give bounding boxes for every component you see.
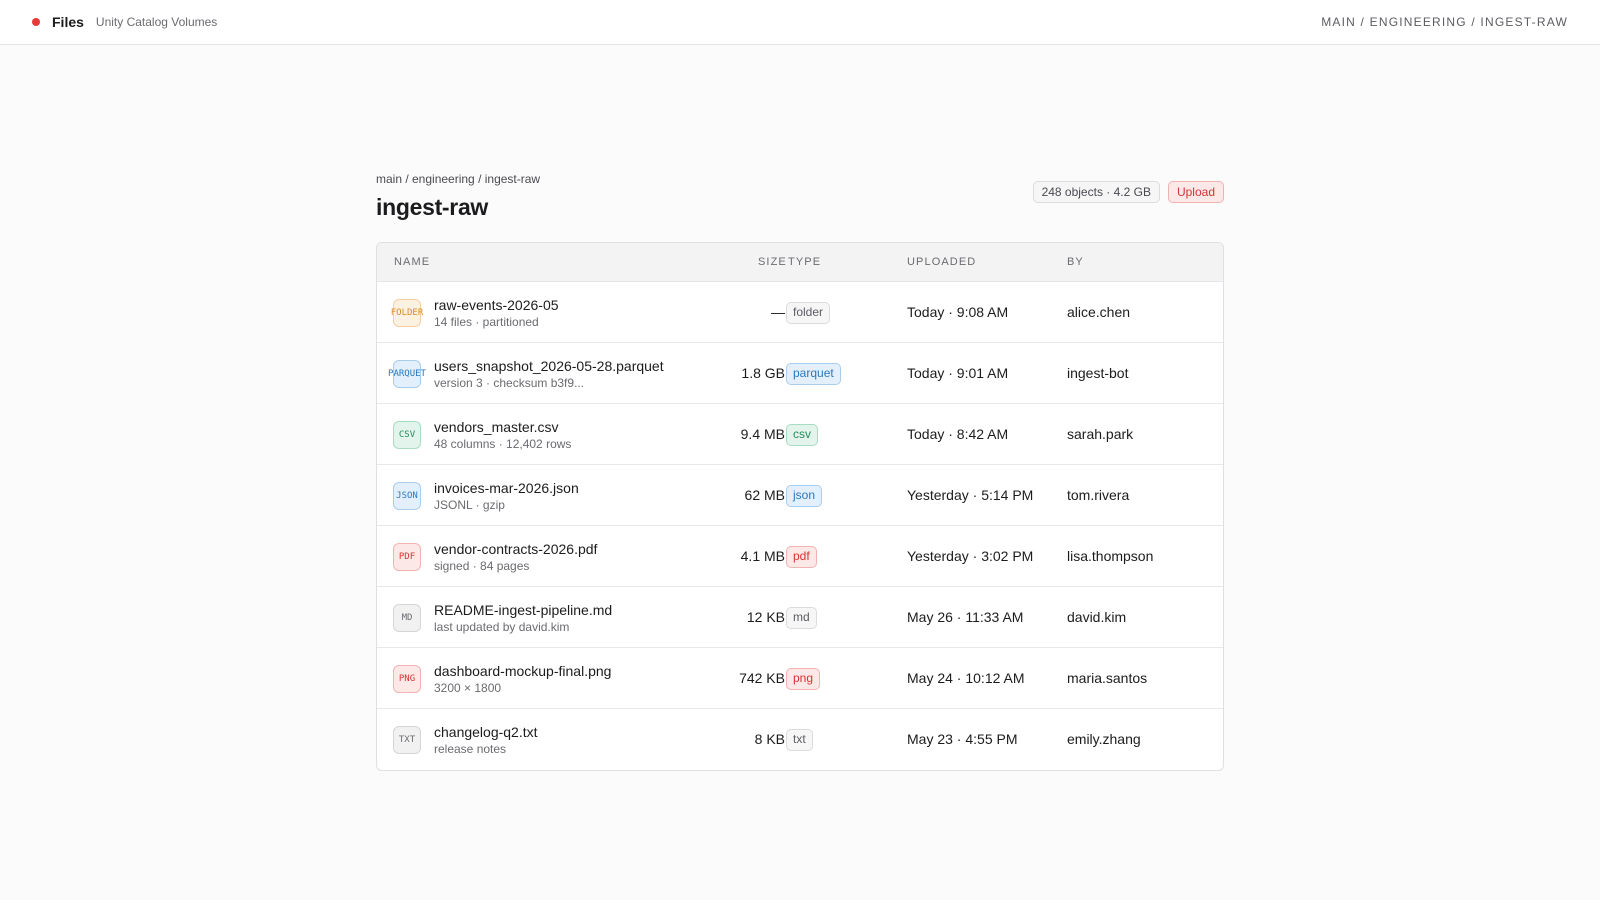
main-content: main / engineering / ingest-raw ingest-r… bbox=[376, 172, 1224, 771]
folder-file-icon: FOLDER bbox=[391, 299, 423, 327]
file-uploader: tom.rivera bbox=[1067, 487, 1130, 503]
column-header-size[interactable]: SIZE bbox=[758, 256, 787, 268]
file-size: — bbox=[771, 304, 785, 320]
file-type-badge: txt bbox=[786, 729, 813, 751]
file-table: NAME SIZE TYPE UPLOADED BY FOLDER raw-ev… bbox=[376, 242, 1224, 771]
pdf-file-icon: PDF bbox=[393, 543, 421, 571]
file-name[interactable]: README-ingest-pipeline.md bbox=[434, 602, 612, 618]
file-uploaded: Yesterday · 3:02 PM bbox=[907, 548, 1034, 564]
file-type-badge: json bbox=[786, 485, 823, 507]
top-path: MAIN / ENGINEERING / INGEST-RAW bbox=[1321, 15, 1568, 29]
file-uploader: alice.chen bbox=[1067, 304, 1131, 320]
json-file-icon: JSON bbox=[393, 482, 421, 510]
file-uploader: david.kim bbox=[1067, 609, 1127, 625]
table-row[interactable]: PDF vendor-contracts-2026.pdf signed · 8… bbox=[377, 526, 1223, 587]
column-header-by[interactable]: BY bbox=[1067, 256, 1084, 268]
file-size: 8 KB bbox=[754, 731, 785, 747]
file-meta: 48 columns · 12,402 rows bbox=[434, 437, 572, 451]
file-uploaded: May 26 · 11:33 AM bbox=[907, 609, 1024, 625]
file-type-badge: csv bbox=[786, 424, 818, 446]
file-size: 62 MB bbox=[744, 487, 785, 503]
file-name[interactable]: changelog-q2.txt bbox=[434, 724, 538, 740]
file-meta: JSONL · gzip bbox=[434, 498, 505, 512]
column-header-type[interactable]: TYPE bbox=[788, 256, 821, 268]
file-uploaded: Today · 9:01 AM bbox=[907, 365, 1009, 381]
table-row[interactable]: PNG dashboard-mockup-final.png 3200 × 18… bbox=[377, 648, 1223, 709]
file-meta: release notes bbox=[434, 742, 507, 756]
app-subtitle: Unity Catalog Volumes bbox=[95, 15, 218, 29]
file-name[interactable]: vendors_master.csv bbox=[434, 419, 559, 435]
file-type-badge: pdf bbox=[786, 546, 817, 568]
file-uploader: emily.zhang bbox=[1067, 731, 1141, 747]
file-name[interactable]: invoices-mar-2026.json bbox=[434, 480, 579, 496]
file-size: 9.4 MB bbox=[740, 426, 785, 442]
file-uploader: sarah.park bbox=[1067, 426, 1134, 442]
table-body: FOLDER raw-events-2026-05 14 files · par… bbox=[377, 282, 1223, 770]
file-uploaded: May 23 · 4:55 PM bbox=[907, 731, 1018, 747]
file-size: 4.1 MB bbox=[740, 548, 785, 564]
file-uploaded: Today · 9:08 AM bbox=[907, 304, 1009, 320]
file-uploader: lisa.thompson bbox=[1067, 548, 1154, 564]
table-row[interactable]: FOLDER raw-events-2026-05 14 files · par… bbox=[377, 282, 1223, 343]
file-name[interactable]: dashboard-mockup-final.png bbox=[434, 663, 611, 679]
app-title[interactable]: Files bbox=[52, 14, 84, 30]
table-row[interactable]: JSON invoices-mar-2026.json JSONL · gzip… bbox=[377, 465, 1223, 526]
file-name[interactable]: raw-events-2026-05 bbox=[434, 297, 559, 313]
file-uploaded: Yesterday · 5:14 PM bbox=[907, 487, 1034, 503]
file-uploaded: Today · 8:42 AM bbox=[907, 426, 1009, 442]
file-uploaded: May 24 · 10:12 AM bbox=[907, 670, 1025, 686]
table-row[interactable]: PARQUET users_snapshot_2026-05-28.parque… bbox=[377, 343, 1223, 404]
file-meta: signed · 84 pages bbox=[434, 559, 530, 573]
file-uploader: maria.santos bbox=[1067, 670, 1148, 686]
file-type-badge: png bbox=[786, 668, 821, 690]
table-row[interactable]: MD README-ingest-pipeline.md last update… bbox=[377, 587, 1223, 648]
stats-badge: 248 objects · 4.2 GB bbox=[1032, 181, 1160, 203]
file-type-badge: folder bbox=[786, 302, 831, 324]
txt-file-icon: TXT bbox=[393, 726, 421, 754]
table-row[interactable]: TXT changelog-q2.txt release notes 8 KB … bbox=[377, 709, 1223, 770]
file-size: 12 KB bbox=[746, 609, 785, 625]
table-row[interactable]: CSV vendors_master.csv 48 columns · 12,4… bbox=[377, 404, 1223, 465]
upload-button[interactable]: Upload bbox=[1167, 181, 1224, 203]
top-bar: Files Unity Catalog Volumes MAIN / ENGIN… bbox=[0, 0, 1600, 45]
column-header-uploaded[interactable]: UPLOADED bbox=[907, 256, 976, 268]
md-file-icon: MD bbox=[393, 604, 421, 632]
file-type-badge: md bbox=[786, 607, 817, 629]
file-meta: last updated by david.kim bbox=[434, 620, 570, 634]
file-size: 1.8 GB bbox=[741, 365, 785, 381]
file-name[interactable]: users_snapshot_2026-05-28.parquet bbox=[434, 358, 664, 374]
table-header: NAME SIZE TYPE UPLOADED BY bbox=[377, 243, 1223, 282]
parquet-file-icon: PARQUET bbox=[388, 360, 426, 388]
file-meta: 14 files · partitioned bbox=[434, 315, 539, 329]
file-type-badge: parquet bbox=[786, 363, 841, 385]
file-size: 742 KB bbox=[739, 670, 785, 686]
status-dot-icon bbox=[32, 18, 40, 26]
png-file-icon: PNG bbox=[393, 665, 421, 693]
file-name[interactable]: vendor-contracts-2026.pdf bbox=[434, 541, 597, 557]
file-meta: 3200 × 1800 bbox=[434, 681, 502, 695]
page-title: ingest-raw bbox=[376, 194, 489, 220]
column-header-name[interactable]: NAME bbox=[394, 256, 430, 268]
csv-file-icon: CSV bbox=[393, 421, 421, 449]
file-meta: version 3 · checksum b3f9... bbox=[434, 376, 585, 390]
file-uploader: ingest-bot bbox=[1067, 365, 1129, 381]
